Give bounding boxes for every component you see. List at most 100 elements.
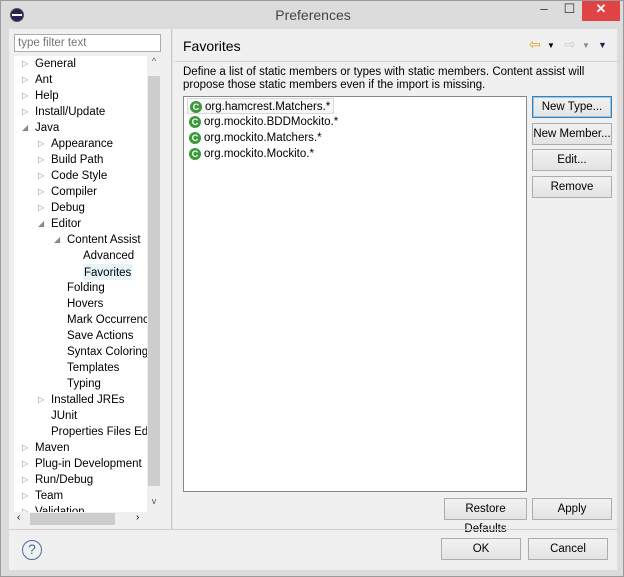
tree-item[interactable]: ▷ Plug-in Development	[22, 456, 142, 472]
dialog-content: ▷ General ▷ Ant ▷ Help ▷ Install/Update ◢ Java ▷ Ap…	[9, 29, 617, 570]
tree-item[interactable]: JUnit	[51, 408, 77, 424]
tree-item[interactable]: ▷ General	[22, 56, 76, 72]
tree-item-label: Templates	[67, 362, 120, 374]
scroll-up-icon[interactable]: ^	[147, 56, 161, 66]
tree-item[interactable]: ◢ Java	[22, 120, 60, 136]
tree-item-label: Hovers	[67, 298, 104, 310]
vertical-scrollbar[interactable]: ^ v	[147, 56, 161, 526]
ok-button[interactable]: OK	[441, 538, 521, 560]
expand-icon[interactable]: ▷	[22, 72, 28, 88]
scroll-right-icon[interactable]: ›	[136, 512, 139, 523]
tree-item[interactable]: ▷ Build Path	[38, 152, 104, 168]
expand-icon[interactable]: ▷	[38, 184, 44, 200]
expand-icon[interactable]: ▷	[38, 200, 44, 216]
tree-item[interactable]: Hovers	[67, 296, 103, 312]
new-type-button[interactable]: New Type...	[532, 96, 612, 118]
expand-icon[interactable]: ▷	[38, 136, 44, 152]
back-arrow-icon[interactable]: ⇦	[529, 36, 541, 53]
tree-item[interactable]: Syntax Coloring	[67, 344, 148, 360]
tree-item-label: Syntax Coloring	[67, 346, 149, 358]
tree-item[interactable]: ▷ Compiler	[38, 184, 97, 200]
expand-icon[interactable]: ▷	[22, 472, 28, 488]
close-button[interactable]: ✕	[582, 1, 620, 21]
expand-icon[interactable]: ▷	[38, 392, 44, 408]
restore-defaults-button[interactable]: Restore Defaults	[444, 498, 527, 535]
scroll-left-icon[interactable]: ‹	[17, 512, 20, 523]
tree-item[interactable]: ▷ Debug	[38, 200, 85, 216]
tree-item[interactable]: ▷ Help	[22, 88, 59, 104]
tree-item[interactable]: Typing	[67, 376, 101, 392]
view-menu-icon[interactable]: ▼	[598, 40, 607, 50]
class-icon: C	[189, 132, 201, 144]
collapse-icon[interactable]: ◢	[54, 232, 60, 248]
tree-item[interactable]: ◢ Content Assist	[54, 232, 141, 248]
tree-item[interactable]: Favorites	[83, 264, 133, 280]
scroll-thumb[interactable]	[148, 76, 160, 486]
tree-item-label: Typing	[67, 378, 101, 390]
tree-item[interactable]: ▷ Run/Debug	[22, 472, 93, 488]
tree-item-label: Favorites	[84, 267, 132, 279]
tree-item-label: Install/Update	[35, 106, 106, 118]
expand-icon[interactable]: ▷	[22, 488, 28, 504]
collapse-icon[interactable]: ◢	[22, 120, 28, 136]
apply-button[interactable]: Apply	[532, 498, 612, 520]
new-member-button[interactable]: New Member...	[532, 123, 612, 145]
tree-item[interactable]: ▷ Maven	[22, 440, 70, 456]
favorite-item[interactable]: Corg.mockito.Matchers.*	[187, 130, 325, 146]
favorite-label: org.hamcrest.Matchers.*	[205, 101, 331, 113]
preference-tree: ▷ General ▷ Ant ▷ Help ▷ Install/Update ◢ Java ▷ Ap…	[14, 56, 161, 526]
favorites-page: Favorites ⇦ ▼ ⇨ ▼ ▼ Define a list of sta…	[175, 29, 617, 535]
splitter[interactable]	[171, 29, 173, 529]
filter-input[interactable]	[14, 34, 161, 52]
hscroll-thumb[interactable]	[30, 513, 115, 525]
help-icon[interactable]: ?	[22, 540, 42, 560]
expand-icon[interactable]: ▷	[22, 440, 28, 456]
tree-item[interactable]: Advanced	[83, 248, 134, 264]
cancel-button[interactable]: Cancel	[528, 538, 608, 560]
expand-icon[interactable]: ▷	[38, 152, 44, 168]
favorite-item[interactable]: Corg.mockito.BDDMockito.*	[187, 114, 341, 130]
tree-item[interactable]: Folding	[67, 280, 105, 296]
tree-item[interactable]: ▷ Install/Update	[22, 104, 106, 120]
favorite-label: org.mockito.BDDMockito.*	[204, 116, 339, 128]
tree-item-label: Plug-in Development	[35, 458, 142, 470]
tree-item[interactable]: ▷ Team	[22, 488, 63, 504]
remove-button[interactable]: Remove	[532, 176, 612, 198]
maximize-button[interactable]: ☐	[557, 1, 582, 21]
class-icon: C	[189, 148, 201, 160]
tree-item[interactable]: ▷ Ant	[22, 72, 52, 88]
scroll-down-icon[interactable]: v	[147, 496, 161, 506]
favorite-item[interactable]: Corg.hamcrest.Matchers.*	[187, 98, 335, 114]
preferences-window: Preferences – ☐ ✕ ▷ General ▷ Ant ▷ Help ▷ Inst…	[0, 0, 624, 577]
tree-item-label: Build Path	[51, 154, 104, 166]
tree-item[interactable]: Save Actions	[67, 328, 133, 344]
class-icon: C	[190, 101, 202, 113]
tree-item-label: Help	[35, 90, 59, 102]
favorite-label: org.mockito.Matchers.*	[204, 132, 322, 144]
tree-item[interactable]: ▷ Appearance	[38, 136, 113, 152]
expand-icon[interactable]: ▷	[22, 88, 28, 104]
horizontal-scrollbar[interactable]: ‹ ›	[14, 512, 147, 526]
forward-menu-icon[interactable]: ▼	[582, 41, 590, 50]
title-bar: Preferences – ☐ ✕	[1, 1, 624, 29]
tree-item[interactable]: Templates	[67, 360, 119, 376]
forward-arrow-icon[interactable]: ⇨	[564, 36, 576, 53]
expand-icon[interactable]: ▷	[38, 168, 44, 184]
tree-item[interactable]: Properties Files Editor	[51, 424, 161, 440]
favorites-list[interactable]: Corg.hamcrest.Matchers.* Corg.mockito.BDD…	[183, 96, 527, 492]
favorite-item[interactable]: Corg.mockito.Mockito.*	[187, 146, 317, 162]
expand-icon[interactable]: ▷	[22, 104, 28, 120]
expand-icon[interactable]: ▷	[22, 456, 28, 472]
dialog-footer: ? OK Cancel	[9, 529, 617, 570]
edit-button[interactable]: Edit...	[532, 149, 612, 171]
back-menu-icon[interactable]: ▼	[547, 41, 555, 50]
tree-item[interactable]: ◢ Editor	[38, 216, 81, 232]
tree-item-label: Maven	[35, 442, 70, 454]
tree-item-label: Java	[35, 122, 60, 134]
tree-item-label: Content Assist	[67, 234, 141, 246]
tree-item[interactable]: ▷ Installed JREs	[38, 392, 125, 408]
tree-item[interactable]: ▷ Code Style	[38, 168, 107, 184]
expand-icon[interactable]: ▷	[22, 56, 28, 72]
collapse-icon[interactable]: ◢	[38, 216, 44, 232]
minimize-button[interactable]: –	[531, 1, 557, 21]
